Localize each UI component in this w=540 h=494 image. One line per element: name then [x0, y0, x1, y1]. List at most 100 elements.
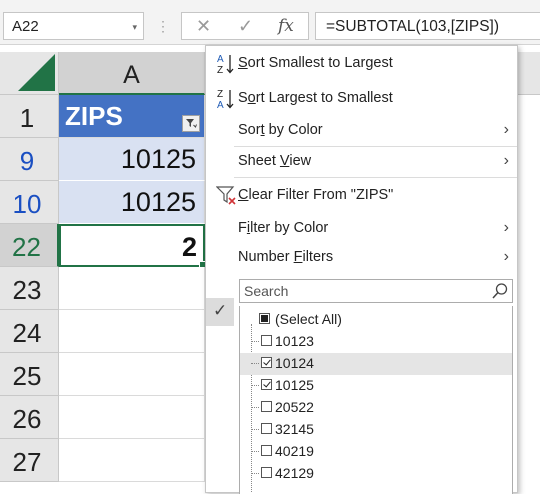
- row-number: 23: [12, 275, 42, 305]
- autofilter-menu: A Z Sort Smallest to Largest Z A Sort La…: [205, 45, 518, 494]
- grip-dots-icon: ⋮: [156, 18, 170, 34]
- number-filters-item[interactable]: Number Filters ›: [206, 244, 517, 272]
- checkbox[interactable]: [261, 445, 272, 456]
- row-number: 10: [12, 189, 42, 219]
- list-item[interactable]: 10124: [240, 353, 512, 375]
- sheet-view-item[interactable]: Sheet View ›: [206, 148, 517, 176]
- checkbox[interactable]: [261, 423, 272, 434]
- name-box-value: A22: [12, 18, 39, 35]
- row-header-24[interactable]: 24: [0, 310, 59, 353]
- checkbox[interactable]: [261, 401, 272, 412]
- row-number: 25: [12, 361, 42, 391]
- row-number: 1: [19, 103, 35, 133]
- table-cell[interactable]: 10125: [59, 138, 205, 181]
- sort-az-icon: A Z: [216, 52, 236, 81]
- formula-buttons: ✕ ✓ fx: [181, 12, 309, 40]
- list-item-label: 10123: [275, 333, 314, 349]
- table-cell[interactable]: 10125: [59, 181, 205, 224]
- cancel-icon[interactable]: ✕: [196, 16, 211, 37]
- empty-cell[interactable]: [59, 310, 205, 353]
- tree-connector: [251, 341, 259, 342]
- empty-cell[interactable]: [59, 439, 205, 482]
- sort-descending-item[interactable]: Z A Sort Largest to Smallest: [206, 85, 517, 113]
- formula-input[interactable]: =SUBTOTAL(103,[ZIPS]): [315, 12, 540, 40]
- list-item[interactable]: 42129: [240, 463, 512, 485]
- clear-filter-icon: [215, 185, 238, 212]
- tree-connector: [251, 407, 259, 408]
- chevron-right-icon: ›: [503, 121, 509, 138]
- empty-cell[interactable]: [59, 353, 205, 396]
- tree-connector: [251, 363, 259, 364]
- svg-text:Z: Z: [217, 65, 223, 76]
- filter-dropdown-button[interactable]: [182, 115, 200, 132]
- sort-ascending-item[interactable]: A Z Sort Smallest to Largest: [206, 50, 517, 78]
- filter-by-color-item[interactable]: Filter by Color ›: [206, 215, 517, 243]
- list-item-label: 40219: [275, 443, 314, 459]
- row-header-22[interactable]: 22: [0, 224, 59, 267]
- menu-label: lter by Color: [250, 220, 329, 236]
- checkbox[interactable]: [261, 357, 272, 368]
- menu-separator: [234, 146, 517, 147]
- checkbox[interactable]: [261, 467, 272, 478]
- menu-access-key: o: [247, 90, 256, 106]
- row-header-26[interactable]: 26: [0, 396, 59, 439]
- cell-value: 10125: [120, 144, 196, 174]
- empty-cell[interactable]: [59, 267, 205, 310]
- menu-access-key: S: [238, 55, 248, 71]
- row-number: 26: [12, 404, 42, 434]
- sort-by-color-item[interactable]: Sort by Color ›: [206, 117, 517, 145]
- select-all-corner[interactable]: [0, 52, 59, 95]
- menu-label: ort Smallest to Largest: [247, 55, 393, 71]
- list-item[interactable]: 40219: [240, 441, 512, 463]
- empty-cell[interactable]: [59, 396, 205, 439]
- cell-value: 2: [181, 232, 197, 262]
- checkbox[interactable]: [261, 379, 272, 390]
- name-box[interactable]: A22 ▾: [3, 12, 144, 40]
- column-header-label: A: [123, 61, 140, 89]
- column-header-a[interactable]: A: [59, 52, 205, 95]
- svg-text:A: A: [217, 54, 224, 65]
- list-item[interactable]: 20522: [240, 397, 512, 419]
- filter-applied-indicator: ✓: [206, 298, 234, 326]
- menu-separator: [234, 177, 517, 178]
- row-header-27[interactable]: 27: [0, 439, 59, 482]
- list-item-label: (Select All): [275, 311, 342, 327]
- filter-funnel-icon: [186, 119, 197, 128]
- menu-label: rt Largest to Smallest: [255, 90, 393, 106]
- insert-function-icon[interactable]: fx: [278, 16, 294, 36]
- chevron-right-icon: ›: [503, 152, 509, 169]
- enter-check-icon[interactable]: ✓: [238, 16, 253, 37]
- cell-value: 10125: [120, 187, 196, 217]
- row-number: 24: [12, 318, 42, 348]
- row-header-1[interactable]: 1: [0, 95, 59, 138]
- row-header-23[interactable]: 23: [0, 267, 59, 310]
- search-icon[interactable]: [491, 282, 509, 305]
- row-header-10[interactable]: 10: [0, 181, 59, 224]
- search-box: [239, 279, 513, 303]
- list-item[interactable]: 32145: [240, 419, 512, 441]
- list-item-select-all[interactable]: (Select All): [240, 309, 512, 331]
- chevron-right-icon: ›: [503, 248, 509, 265]
- checkbox[interactable]: [259, 313, 270, 324]
- sort-za-icon: Z A: [216, 87, 236, 116]
- tree-connector: [251, 473, 259, 474]
- list-item[interactable]: 10123: [240, 331, 512, 353]
- row-number: 9: [19, 146, 35, 176]
- menu-access-key: C: [238, 187, 249, 203]
- formula-bar: A22 ▾ ⋮ ✕ ✓ fx =SUBTOTAL(103,[ZIPS]): [0, 0, 540, 45]
- chevron-down-icon[interactable]: ▾: [132, 22, 137, 33]
- active-cell-a22[interactable]: 2: [59, 224, 207, 269]
- menu-label: Sheet: [238, 153, 280, 169]
- search-input[interactable]: [242, 281, 486, 300]
- menu-label: F: [238, 220, 247, 236]
- clear-filter-item[interactable]: Clear Filter From "ZIPS": [206, 182, 517, 210]
- tree-connector: [251, 451, 259, 452]
- list-item-label: 32145: [275, 421, 314, 437]
- list-item-label: 10125: [275, 377, 314, 393]
- row-header-25[interactable]: 25: [0, 353, 59, 396]
- checkbox[interactable]: [261, 335, 272, 346]
- filter-values-list[interactable]: (Select All) 10123 10124 10125 20522 321…: [239, 306, 513, 494]
- list-item[interactable]: 10125: [240, 375, 512, 397]
- row-header-9[interactable]: 9: [0, 138, 59, 181]
- table-header-cell[interactable]: ZIPS: [59, 95, 205, 138]
